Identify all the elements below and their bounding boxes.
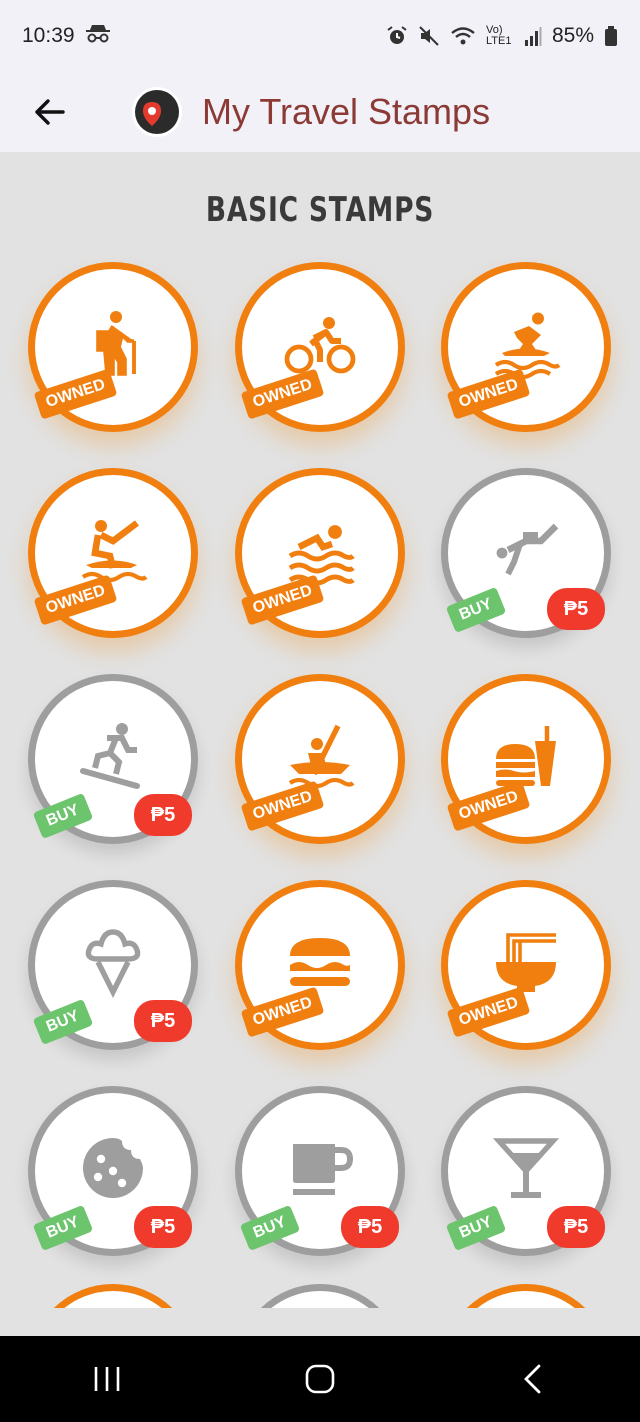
section-title: BASIC STAMPS <box>205 190 435 230</box>
price-badge[interactable]: ₱5 <box>134 794 192 836</box>
scuba-diving-icon <box>486 510 566 590</box>
ramen-icon <box>486 922 566 1002</box>
swimming-icon <box>280 510 360 590</box>
stamp-swimming[interactable]: OWNED <box>235 468 405 638</box>
home-button[interactable] <box>280 1349 360 1409</box>
stamps-content[interactable]: BASIC STAMPS OWNED OWNED OWNED OWNED OWN… <box>0 152 640 1308</box>
stamp-burger[interactable]: OWNED <box>235 880 405 1050</box>
arrow-left-icon <box>35 99 65 125</box>
battery-percent: 85% <box>551 24 594 47</box>
price-badge[interactable]: ₱5 <box>134 1000 192 1042</box>
signal-icon <box>524 26 542 46</box>
burger-icon <box>280 922 360 1002</box>
network-label: Vo) LTE1 <box>485 24 512 47</box>
cycling-icon <box>280 304 360 384</box>
stamp-surfing[interactable]: OWNED <box>441 262 611 432</box>
ice-cream-icon <box>73 922 153 1002</box>
snowboarding-icon <box>73 716 153 796</box>
stamp-ramen[interactable]: OWNED <box>441 880 611 1050</box>
fast-food-icon <box>486 716 566 796</box>
stamp-partial[interactable] <box>441 1284 611 1308</box>
chevron-left-icon <box>524 1364 541 1394</box>
price-badge[interactable]: ₱5 <box>547 1206 605 1248</box>
cookie-icon <box>73 1128 153 1208</box>
stamp-cookie[interactable]: BUY ₱5 <box>28 1086 198 1256</box>
stamp-partial[interactable] <box>28 1284 198 1308</box>
stamp-cycling[interactable]: OWNED <box>235 262 405 432</box>
mute-icon <box>418 25 440 47</box>
price-badge[interactable]: ₱5 <box>134 1206 192 1248</box>
stamp-scuba-diving[interactable]: BUY ₱5 <box>441 468 611 638</box>
back-button[interactable] <box>20 82 80 142</box>
stamp-coffee[interactable]: BUY ₱5 <box>235 1086 405 1256</box>
status-bar: 10:39 Vo) LTE1 85% <box>0 0 640 72</box>
system-back-button[interactable] <box>493 1349 573 1409</box>
hiking-icon <box>73 304 153 384</box>
stamp-partial[interactable] <box>235 1284 405 1308</box>
battery-icon <box>604 25 618 47</box>
wifi-icon <box>450 25 476 47</box>
incognito-icon <box>85 22 111 50</box>
system-nav-bar <box>0 1336 640 1422</box>
stamp-kitesurfing[interactable]: OWNED <box>28 468 198 638</box>
page-title: My Travel Stamps <box>202 91 491 132</box>
surfing-icon <box>486 304 566 384</box>
stamp-cocktail[interactable]: BUY ₱5 <box>441 1086 611 1256</box>
stamp-fast-food[interactable]: OWNED <box>441 674 611 844</box>
kitesurfing-icon <box>73 510 153 590</box>
stamp-snowboarding[interactable]: BUY ₱5 <box>28 674 198 844</box>
recent-apps-button[interactable] <box>67 1349 147 1409</box>
stamp-hiking[interactable]: OWNED <box>28 262 198 432</box>
app-bar: My Travel Stamps <box>0 72 640 152</box>
coffee-icon <box>280 1128 360 1208</box>
app-logo <box>132 87 182 137</box>
stamp-kayaking[interactable]: OWNED <box>235 674 405 844</box>
cocktail-icon <box>486 1128 566 1208</box>
alarm-icon <box>386 25 408 47</box>
price-badge[interactable]: ₱5 <box>547 588 605 630</box>
recent-apps-icon <box>94 1367 119 1391</box>
price-badge[interactable]: ₱5 <box>341 1206 399 1248</box>
clock: 10:39 <box>22 24 75 47</box>
stamp-ice-cream[interactable]: BUY ₱5 <box>28 880 198 1050</box>
kayaking-icon <box>280 716 360 796</box>
home-icon <box>305 1364 335 1394</box>
